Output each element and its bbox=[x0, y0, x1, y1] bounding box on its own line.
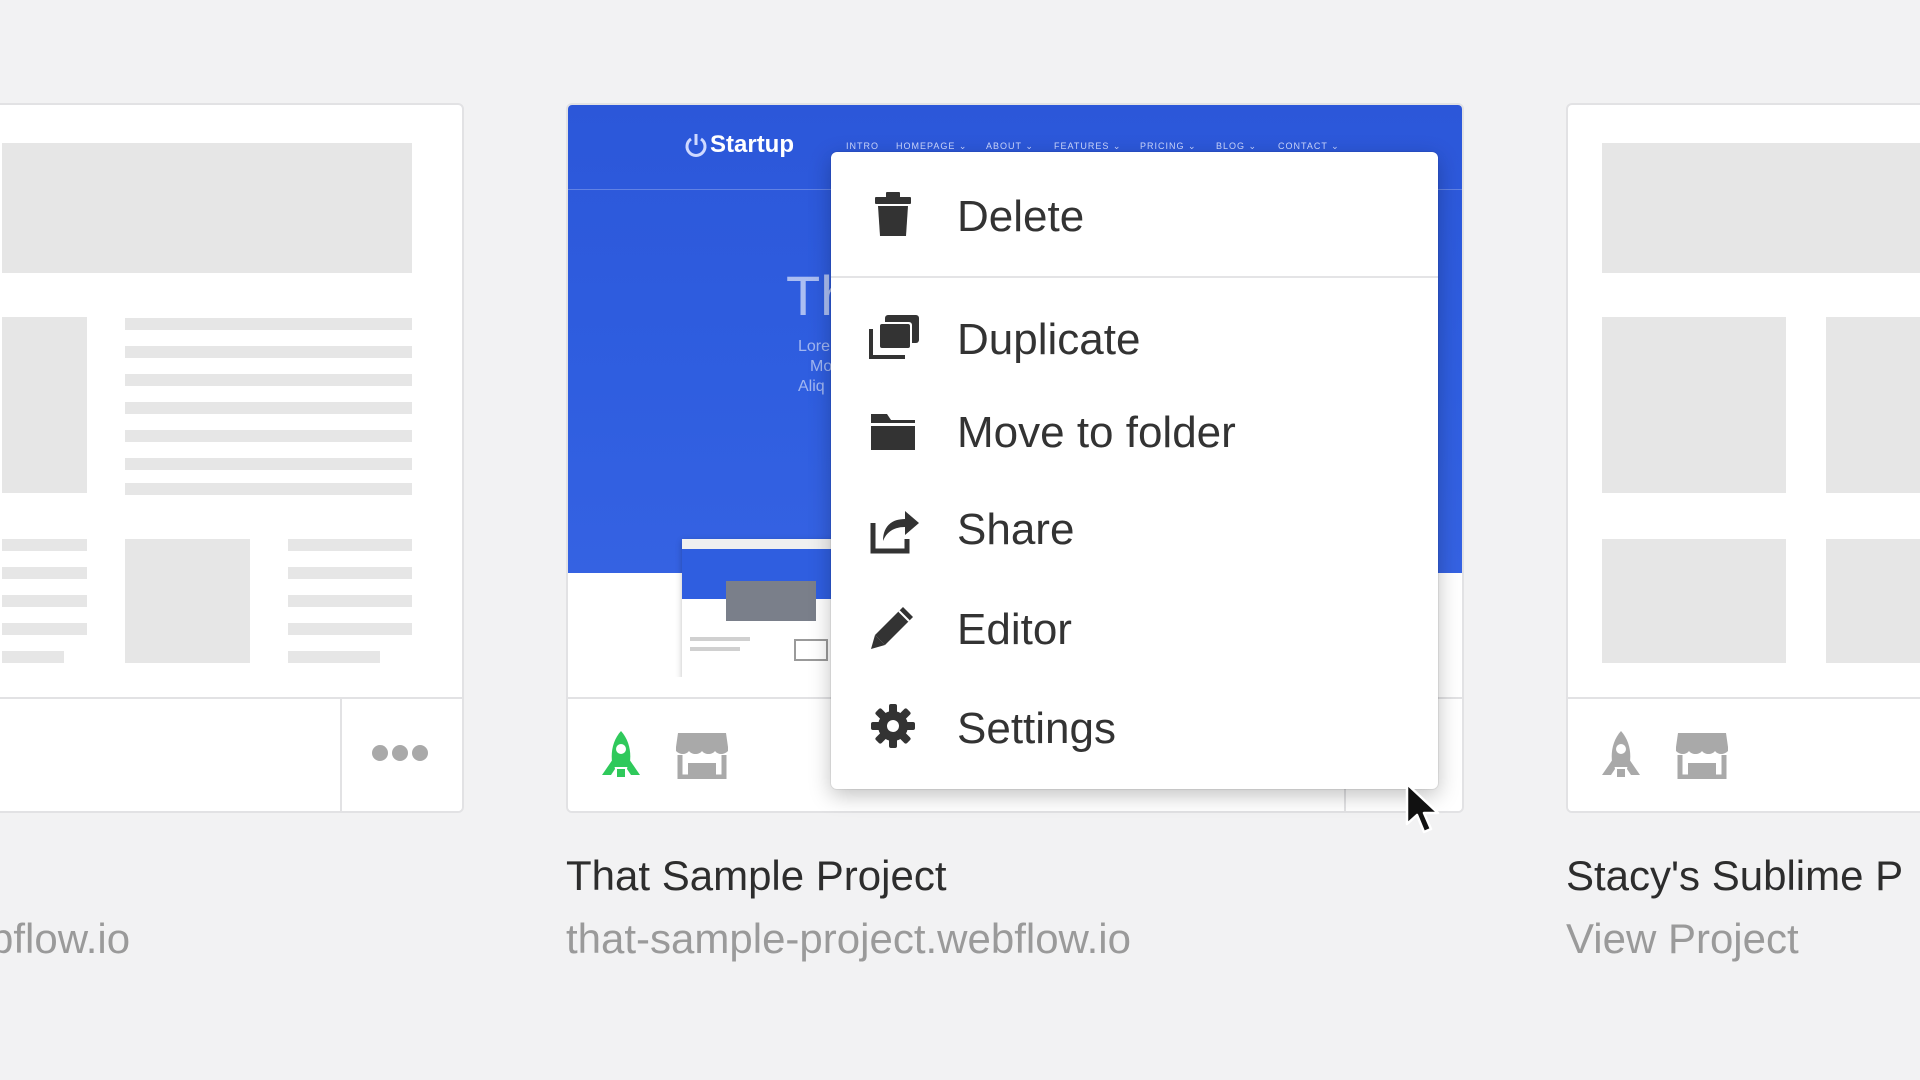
storefront-icon[interactable] bbox=[674, 729, 730, 779]
thumbnail-hero-line: Lore bbox=[798, 338, 831, 355]
menu-item-label: Settings bbox=[957, 704, 1116, 753]
project-subdomain[interactable]: that-sample-project.webflow.io bbox=[566, 915, 1131, 963]
footer-divider bbox=[340, 699, 342, 811]
menu-item-move-to-folder[interactable]: Move to folder bbox=[831, 390, 1438, 470]
gear-icon bbox=[869, 702, 917, 750]
wireframe-line bbox=[125, 374, 412, 386]
duplicate-icon bbox=[869, 313, 919, 361]
menu-item-duplicate[interactable]: Duplicate bbox=[831, 297, 1438, 377]
thumbnail-nav-item: BLOG ⌄ bbox=[1216, 141, 1258, 151]
project-card-left[interactable] bbox=[0, 103, 464, 813]
wireframe-line bbox=[125, 346, 412, 358]
project-context-menu: Delete Duplicate Move to folder Share Ed… bbox=[831, 152, 1438, 789]
thumbnail-nav-item: CONTACT ⌄ bbox=[1278, 141, 1340, 151]
thumbnail-nav-item: FEATURES ⌄ bbox=[1054, 141, 1122, 151]
project-title[interactable]: That Sample Project bbox=[566, 852, 947, 900]
wireframe-line bbox=[125, 483, 412, 495]
wireframe-hero-block bbox=[1602, 143, 1920, 273]
menu-item-share[interactable]: Share bbox=[831, 487, 1438, 567]
share-icon bbox=[869, 503, 919, 554]
menu-item-delete[interactable]: Delete bbox=[831, 174, 1438, 254]
mockup-photo bbox=[726, 581, 816, 621]
menu-item-settings[interactable]: Settings bbox=[831, 686, 1438, 766]
menu-item-label: Share bbox=[957, 505, 1075, 554]
wireframe-line bbox=[125, 318, 412, 330]
project-subdomain[interactable]: bflow.io bbox=[0, 915, 130, 963]
wireframe-hero-block bbox=[2, 143, 412, 273]
wireframe-line bbox=[288, 595, 412, 607]
thumbnail-hero-line: Mo bbox=[810, 358, 833, 375]
wireframe-image-block bbox=[125, 539, 250, 663]
mockup-line bbox=[690, 647, 740, 651]
wireframe-line bbox=[288, 623, 412, 635]
wireframe-line bbox=[2, 595, 87, 607]
thumbnail-nav-item: PRICING ⌄ bbox=[1140, 141, 1197, 151]
wireframe-line bbox=[288, 539, 412, 551]
view-project-link[interactable]: View Project bbox=[1566, 915, 1799, 963]
project-title[interactable]: Stacy's Sublime P bbox=[1566, 852, 1903, 900]
wireframe-line bbox=[125, 430, 412, 442]
menu-item-label: Delete bbox=[957, 192, 1085, 241]
ellipsis-icon[interactable] bbox=[354, 733, 444, 773]
storefront-icon[interactable] bbox=[1674, 729, 1730, 779]
wireframe-image-block bbox=[1602, 317, 1786, 493]
thumbnail-device-mockup bbox=[682, 539, 842, 677]
wireframe-image-block bbox=[1602, 539, 1786, 663]
wireframe-line bbox=[2, 651, 64, 663]
wireframe-line bbox=[2, 623, 87, 635]
thumbnail-hero-line: Aliq bbox=[798, 378, 825, 395]
project-card-stacys-sublime[interactable] bbox=[1566, 103, 1920, 813]
thumbnail-brand: Startup bbox=[710, 131, 794, 158]
wireframe-image-block bbox=[1826, 539, 1920, 663]
rocket-icon[interactable] bbox=[1596, 729, 1646, 781]
menu-item-label: Editor bbox=[957, 605, 1072, 654]
card-footer bbox=[1568, 697, 1920, 811]
thumbnail-nav-item: INTRO bbox=[846, 141, 879, 151]
thumbnail-nav-item: HOMEPAGE ⌄ bbox=[896, 141, 968, 151]
rocket-icon[interactable] bbox=[596, 729, 646, 781]
wireframe-image-block bbox=[2, 317, 87, 493]
thumbnail-nav-item: ABOUT ⌄ bbox=[986, 141, 1034, 151]
menu-separator bbox=[831, 276, 1438, 278]
trash-icon bbox=[869, 190, 917, 238]
folder-icon bbox=[869, 406, 917, 454]
card-footer bbox=[0, 697, 462, 811]
pencil-icon bbox=[869, 603, 917, 651]
wireframe-line bbox=[288, 567, 412, 579]
menu-item-label: Move to folder bbox=[957, 408, 1236, 457]
power-icon bbox=[684, 131, 708, 159]
mockup-line bbox=[690, 637, 750, 641]
menu-item-editor[interactable]: Editor bbox=[831, 587, 1438, 667]
mockup-box bbox=[794, 639, 828, 661]
menu-item-label: Duplicate bbox=[957, 315, 1141, 364]
wireframe-image-block bbox=[1826, 317, 1920, 493]
wireframe-line bbox=[288, 651, 380, 663]
mouse-cursor bbox=[1405, 782, 1441, 836]
wireframe-line bbox=[2, 539, 87, 551]
wireframe-line bbox=[2, 567, 87, 579]
mockup-header bbox=[682, 539, 842, 549]
wireframe-line bbox=[125, 458, 412, 470]
wireframe-line bbox=[125, 402, 412, 414]
